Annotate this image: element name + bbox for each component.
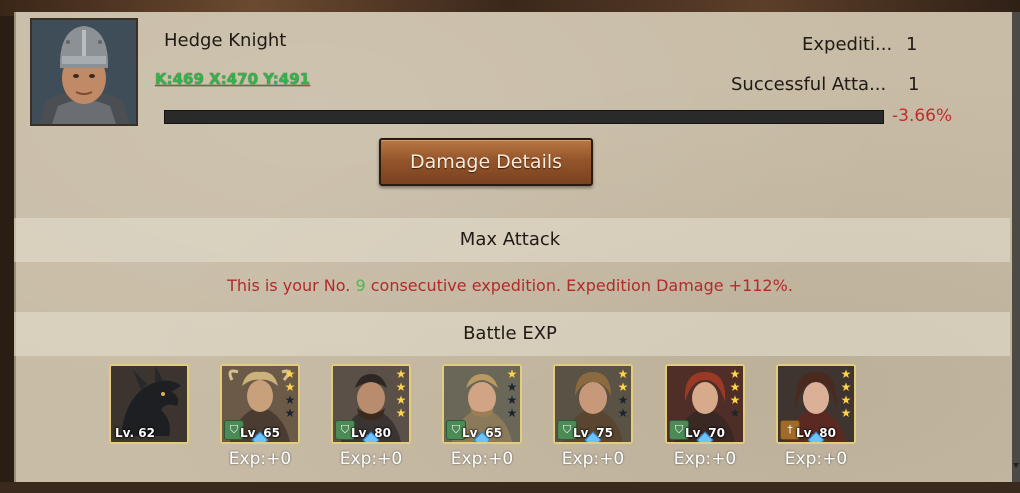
damage-progress-bar (164, 110, 884, 124)
hero-card-5[interactable]: ★ ★ ★ ★ ⛉ Lv. 70 (665, 364, 745, 444)
commander-portrait[interactable] (30, 18, 138, 126)
message-prefix: This is your No. (227, 276, 351, 295)
hero-card-4[interactable]: ★ ★ ★ ★ ⛉ Lv. 75 (553, 364, 633, 444)
exp-gain: Exp:+0 (673, 449, 737, 469)
bottom-background-strip (0, 482, 1020, 493)
consecutive-expedition-message: This is your No. 9 consecutive expeditio… (0, 276, 1020, 295)
successful-attack-value: 1 (908, 74, 920, 95)
knight-avatar-icon (32, 20, 136, 124)
hero-card-1[interactable]: ★ ★ ★ ★ ⛉ Lv. 65 (220, 364, 300, 444)
star-icon: ★ (840, 406, 852, 420)
damage-percent: -3.66% (892, 106, 953, 126)
star-rating: ★ ★ ★ ★ (617, 368, 629, 420)
star-rating: ★ ★ ★ ★ (840, 368, 852, 420)
star-rating: ★ ★ ★ ★ (729, 368, 741, 420)
expedition-label: Expediti... (802, 34, 893, 55)
successful-attack-label: Successful Atta... (731, 74, 887, 95)
exp-gain: Exp:+0 (561, 449, 625, 469)
hero-card-3[interactable]: ★ ★ ★ ★ ⛉ Lv. 65 (442, 364, 522, 444)
star-icon: ★ (284, 406, 296, 420)
unit-level: Lv. 62 (115, 426, 155, 440)
star-icon: ★ (729, 406, 741, 420)
message-suffix: consecutive expedition. Expedition Damag… (370, 276, 793, 295)
exp-gain: Exp:+0 (339, 449, 403, 469)
star-icon: ★ (506, 406, 518, 420)
star-rating: ★ ★ ★ ★ (506, 368, 518, 420)
dragon-card[interactable]: Lv. 62 (109, 364, 189, 444)
star-icon: ★ (617, 406, 629, 420)
exp-gain: Exp:+0 (784, 449, 848, 469)
expedition-value: 1 (906, 34, 918, 55)
hero-card-2[interactable]: ★ ★ ★ ★ ⛉ Lv. 80 (331, 364, 411, 444)
scroll-down-arrow-icon[interactable] (1013, 463, 1019, 468)
exp-gain: Exp:+0 (228, 449, 292, 469)
damage-details-button[interactable]: Damage Details (379, 138, 593, 186)
commander-name: Hedge Knight (164, 30, 287, 51)
star-icon: ★ (395, 406, 407, 420)
star-rating: ★ ★ ★ ★ (395, 368, 407, 420)
star-rating: ★ ★ ★ ★ (284, 368, 296, 420)
exp-gain: Exp:+0 (450, 449, 514, 469)
max-attack-title: Max Attack (459, 229, 561, 250)
commander-coordinates-link[interactable]: K:469 X:470 Y:491 (155, 70, 310, 88)
message-number: 9 (355, 276, 366, 295)
battle-exp-title: Battle EXP (463, 323, 557, 344)
hero-card-6[interactable]: ★ ★ ★ ★ † Lv. 80 (776, 364, 856, 444)
